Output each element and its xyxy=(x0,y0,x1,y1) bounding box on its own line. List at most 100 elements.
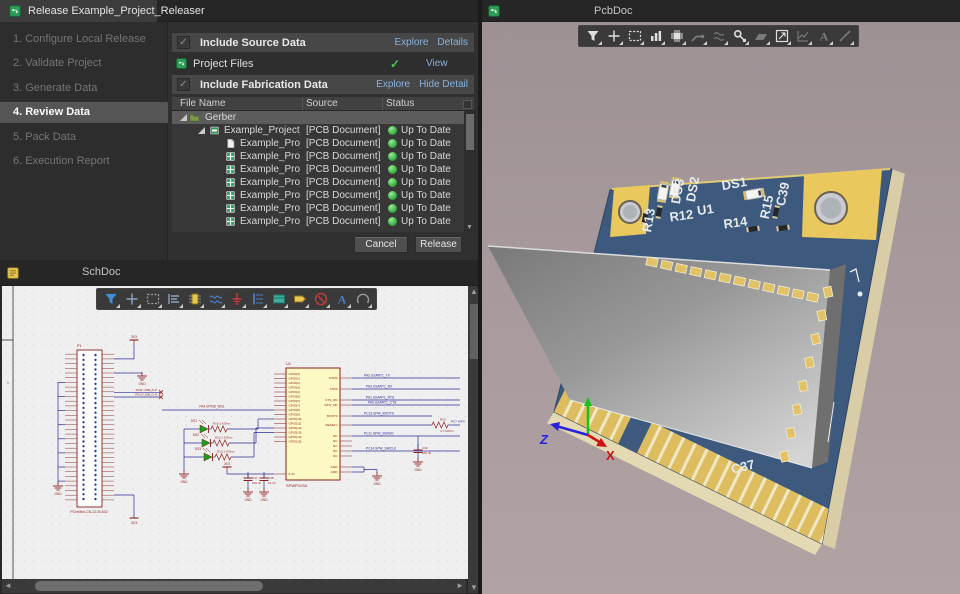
table-row[interactable]: Example_Project_R[PCB Document]Up To Dat… xyxy=(172,189,464,202)
filter-icon[interactable] xyxy=(582,26,603,46)
fabrication-explore-link[interactable]: Explore xyxy=(376,79,410,90)
scroll-right-icon[interactable]: ► xyxy=(456,581,464,590)
sch-text: R13 1 KOhm xyxy=(217,450,235,454)
pcb-3d-viewport[interactable]: R13DS3DS2DS1R12U1R14R15C39C37 Z X A xyxy=(482,22,960,594)
step-6[interactable]: 6. Execution Report xyxy=(0,151,168,172)
sch-text: GPIO[11] xyxy=(289,422,302,426)
table-row[interactable]: Example_Project_R[PCB Document]Up To Dat… xyxy=(172,176,464,189)
scrollbar-thumb[interactable] xyxy=(466,114,474,150)
file-name: Example_Project_R xyxy=(240,163,300,176)
file-source: [PCB Document] xyxy=(306,137,380,150)
port-icon[interactable] xyxy=(289,289,310,309)
table-row[interactable]: Example_Project_Rele:[PCB Document]Up To… xyxy=(172,124,464,137)
table-row[interactable]: Example_Project_R[PCB Document]Up To Dat… xyxy=(172,215,464,228)
status-badge: Up To Date xyxy=(401,163,451,176)
step-5[interactable]: 5. Pack Data xyxy=(0,127,168,148)
pcb-tab-title: PcbDoc xyxy=(594,5,633,17)
sch-text: PC13 SPW_BOOT0 xyxy=(364,412,394,416)
expand-icon[interactable] xyxy=(180,114,187,121)
cancel-button[interactable]: Cancel xyxy=(354,236,408,253)
led-symbol xyxy=(202,439,210,447)
table-row[interactable]: Example_Project_R[PCB Document]Up To Dat… xyxy=(172,202,464,215)
align-icon[interactable] xyxy=(163,289,184,309)
route-icon[interactable] xyxy=(687,26,708,46)
sch-text: PC7 WPS xyxy=(451,420,465,424)
gerber-file-icon xyxy=(225,164,236,175)
part-icon[interactable] xyxy=(184,289,205,309)
status-ok-icon xyxy=(388,165,397,174)
table-row[interactable]: Gerber xyxy=(172,111,464,124)
text-icon[interactable]: A xyxy=(331,289,352,309)
silkscreen-text: U1 xyxy=(696,201,715,218)
include-fabrication-checkbox[interactable]: ✓ xyxy=(177,78,190,91)
sheet-symbol-icon[interactable] xyxy=(268,289,289,309)
scroll-up-icon[interactable]: ▲ xyxy=(470,287,478,296)
scrollbar-thumb[interactable] xyxy=(470,304,478,359)
file-table[interactable]: GerberExample_Project_Rele:[PCB Document… xyxy=(172,111,464,232)
scrollbar-thumb[interactable] xyxy=(35,581,263,591)
status-ok-icon xyxy=(388,204,397,213)
release-tab-title: Release Example_Project_Releaser xyxy=(28,5,205,17)
sch-text: TXD0 xyxy=(330,387,338,391)
sch-text: PA11 USB_D-P xyxy=(136,388,157,392)
fabrication-hide-detail-link[interactable]: Hide Detail xyxy=(419,79,468,90)
step-3[interactable]: 3. Generate Data xyxy=(0,78,168,99)
scroll-left-icon[interactable]: ◄ xyxy=(4,581,12,590)
source-explore-link[interactable]: Explore xyxy=(395,37,429,48)
board-insight-icon[interactable] xyxy=(645,26,666,46)
harness-icon[interactable] xyxy=(247,289,268,309)
blank-file-icon xyxy=(225,138,236,149)
power-port-icon[interactable] xyxy=(226,289,247,309)
project-files-view-link[interactable]: View xyxy=(426,58,448,69)
sch-text: C38 xyxy=(268,476,274,480)
step-4[interactable]: 4. Review Data xyxy=(0,102,168,123)
sch-text: GND xyxy=(54,492,62,496)
step-1[interactable]: 1. Configure Local Release xyxy=(0,29,168,50)
source-details-link[interactable]: Details xyxy=(437,37,468,48)
no-erc-icon[interactable] xyxy=(310,289,331,309)
sch-text: GND xyxy=(331,470,339,474)
schematic-viewport[interactable]: P1PCIeMini-CN-2J-M-8323V3GNDPA11 USB_D-P… xyxy=(2,286,468,579)
line-icon[interactable] xyxy=(834,26,855,46)
release-button[interactable]: Release xyxy=(415,236,462,253)
step-2[interactable]: 2. Validate Project xyxy=(0,53,168,74)
text-icon[interactable]: A xyxy=(813,26,834,46)
release-doc-icon xyxy=(8,4,22,18)
sch-text: RTS/_DP xyxy=(324,403,337,407)
file-source: [PCB Document] xyxy=(306,202,380,215)
column-options-button[interactable] xyxy=(463,100,472,109)
table-row[interactable]: Example_Project_R[PCB Document]Up To Dat… xyxy=(172,150,464,163)
sch-text: PCIeMini-CN-2J-M-832 xyxy=(70,510,107,514)
scroll-down-icon[interactable]: ▼ xyxy=(466,224,473,231)
component-grid-icon[interactable] xyxy=(666,26,687,46)
sch-text: GPIO[9] xyxy=(289,413,300,417)
cross-probe-icon[interactable] xyxy=(603,26,624,46)
export-view-icon[interactable] xyxy=(771,26,792,46)
wire-icon[interactable] xyxy=(205,289,226,309)
pcb-toolbar: A xyxy=(578,25,859,47)
cross-probe-icon[interactable] xyxy=(121,289,142,309)
tab-release-dialog[interactable]: Release Example_Project_Releaser xyxy=(0,0,157,22)
table-row[interactable]: Example_Project_R[PCB Document]Up To Dat… xyxy=(172,137,464,150)
plane-icon[interactable] xyxy=(750,26,771,46)
panel-divider[interactable] xyxy=(478,0,482,594)
measure-icon[interactable] xyxy=(708,26,729,46)
sch-text: GND xyxy=(260,498,268,502)
file-name: Example_Project_Rele: xyxy=(224,124,300,137)
sch-horizontal-scrollbar[interactable]: ◄ ► xyxy=(2,579,466,593)
select-region-icon[interactable] xyxy=(142,289,163,309)
filter-icon[interactable] xyxy=(100,289,121,309)
table-row[interactable]: Example_Project_R[PCB Document]Up To Dat… xyxy=(172,163,464,176)
file-table-scrollbar[interactable]: ▼ xyxy=(464,111,476,232)
expand-icon[interactable] xyxy=(198,127,205,134)
sch-text: SPWF01SA xyxy=(286,483,308,488)
project-files-row[interactable]: Project Files ✓ View xyxy=(172,54,474,73)
include-source-checkbox[interactable]: ✓ xyxy=(177,36,190,49)
graph-icon[interactable] xyxy=(792,26,813,46)
arc-icon[interactable] xyxy=(352,289,373,309)
scroll-down-icon[interactable]: ▼ xyxy=(470,583,478,592)
sch-text: GPIO[7] xyxy=(289,404,300,408)
file-name: Example_Project_R xyxy=(240,176,300,189)
select-region-icon[interactable] xyxy=(624,26,645,46)
via-icon[interactable] xyxy=(729,26,750,46)
